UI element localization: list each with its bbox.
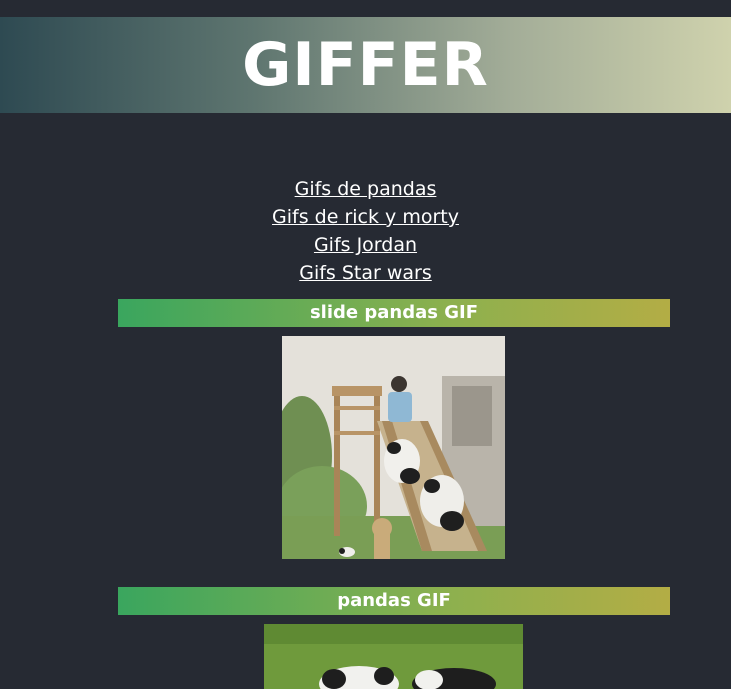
- nav-link-rick-y-morty[interactable]: Gifs de rick y morty: [0, 203, 731, 231]
- nav-link-jordan[interactable]: Gifs Jordan: [0, 231, 731, 259]
- nav-link-star-wars[interactable]: Gifs Star wars: [0, 259, 731, 287]
- pandas-image: [264, 624, 523, 689]
- section-title-slide-pandas: slide pandas GIF: [118, 299, 670, 327]
- site-header: GIFFER: [0, 17, 731, 113]
- slide-pandas-gif: [282, 336, 505, 559]
- slide-pandas-image: [282, 336, 505, 559]
- nav-link-pandas[interactable]: Gifs de pandas: [0, 175, 731, 203]
- pandas-gif: [264, 624, 523, 689]
- gif-category-nav: Gifs de pandas Gifs de rick y morty Gifs…: [0, 175, 731, 287]
- site-title: GIFFER: [242, 30, 489, 100]
- section-title-pandas: pandas GIF: [118, 587, 670, 615]
- page: GIFFER Gifs de pandas Gifs de rick y mor…: [0, 0, 731, 689]
